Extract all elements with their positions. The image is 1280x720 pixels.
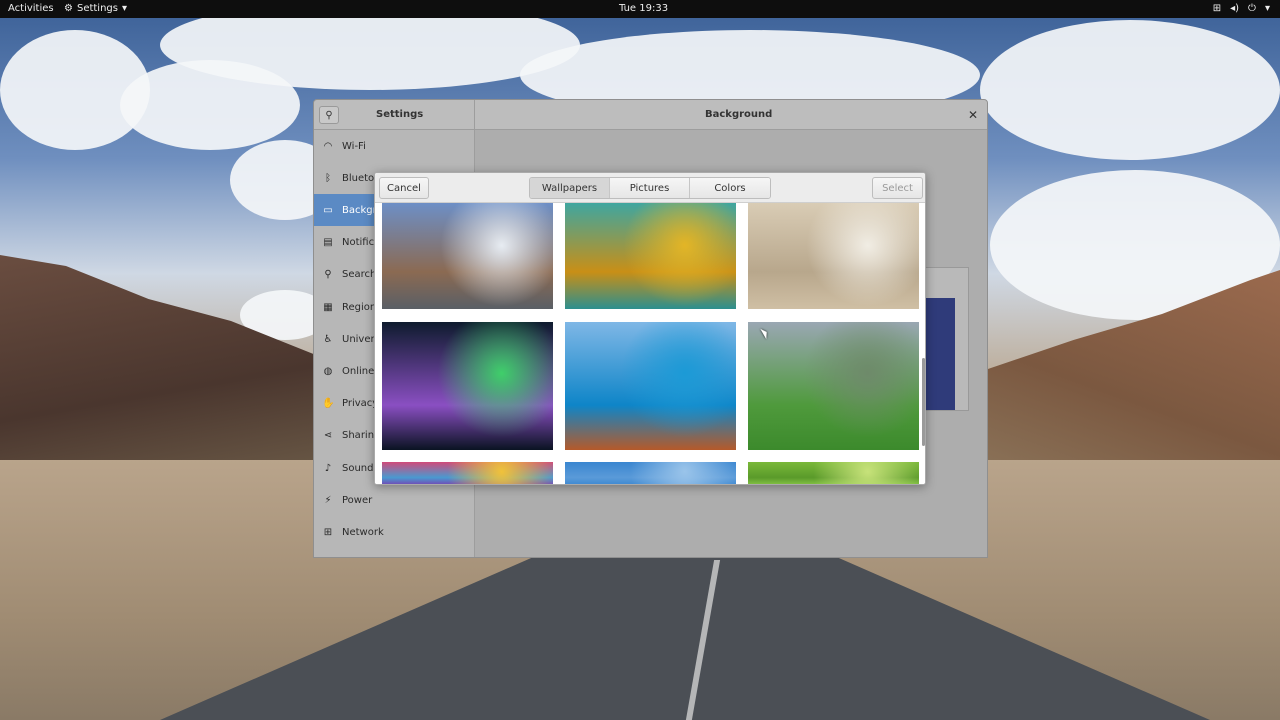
chevron-down-icon: ▾: [121, 3, 128, 14]
sidebar-item-wifi[interactable]: ◠ Wi-Fi: [314, 130, 474, 162]
preview-image: [925, 298, 955, 410]
sidebar-item-label: Network: [342, 526, 384, 538]
window-title-settings: Settings: [376, 109, 424, 120]
page-title: Background: [705, 109, 773, 120]
search-button[interactable]: ⚲: [319, 106, 339, 124]
lock-screen-preview[interactable]: [924, 267, 969, 411]
sidebar-header: ⚲ Settings: [314, 100, 475, 130]
sidebar-item-label: Power: [342, 494, 373, 506]
dialog-header: Cancel Wallpapers Pictures Colors Select: [375, 173, 925, 203]
close-button[interactable]: ✕: [966, 108, 980, 122]
power-icon: ⏻: [1248, 3, 1256, 14]
tab-colors[interactable]: Colors: [690, 178, 770, 198]
source-tabs: Wallpapers Pictures Colors: [529, 177, 771, 199]
app-menu-label: Settings: [76, 3, 118, 14]
network-icon: ⊞: [323, 526, 333, 538]
wallpaper-thumbnail-zen-stones[interactable]: [748, 203, 919, 309]
mountain-left: [0, 255, 330, 475]
top-bar: Activities ⚙ Settings ▾ Tue 19:33 ⊞ ◂) ⏻…: [0, 0, 1280, 18]
wallpaper-thumbnail-road-mountains[interactable]: [382, 203, 553, 309]
wallpaper-thumbnail-ocean-boat[interactable]: [565, 322, 736, 450]
sidebar-item-label: Sound: [342, 462, 374, 474]
wallpaper-thumbnail-colorful-pebbles[interactable]: [382, 462, 553, 484]
sound-icon: ♪: [324, 462, 332, 474]
sharing-icon: ⋖: [323, 430, 333, 442]
wallpaper-thumbnail-green-bokeh[interactable]: [748, 462, 919, 484]
universal-access-icon: ♿: [323, 333, 333, 345]
content-header: Background ✕: [475, 100, 987, 130]
chevron-down-icon: ▾: [1264, 3, 1270, 14]
wallpaper-chooser-dialog: Cancel Wallpapers Pictures Colors Select: [374, 172, 926, 485]
notifications-icon: ▤: [323, 237, 333, 249]
sidebar-item-label: Region: [342, 301, 377, 313]
volume-icon: ◂): [1230, 3, 1240, 14]
region-icon: ▦: [323, 301, 333, 313]
sidebar-item-network[interactable]: ⊞ Network: [314, 516, 474, 548]
wallpaper-thumbnail-alpine-meadow[interactable]: [748, 322, 919, 450]
search-icon: ⚲: [324, 269, 332, 281]
clock[interactable]: Tue 19:33: [619, 3, 668, 14]
sidebar-item-label: Search: [342, 269, 377, 281]
wallpaper-thumbnail-aurora[interactable]: [382, 322, 553, 450]
network-icon: ⊞: [1212, 3, 1222, 14]
online-accounts-icon: ◍: [323, 365, 333, 377]
cancel-button[interactable]: Cancel: [379, 177, 429, 199]
power-icon: ⚡: [324, 494, 332, 506]
select-button[interactable]: Select: [872, 177, 923, 199]
sidebar-item-label: Privacy: [342, 398, 379, 410]
cloud: [980, 20, 1280, 160]
scrollbar[interactable]: [922, 358, 925, 446]
activities-button[interactable]: Activities: [8, 3, 54, 14]
search-icon: ⚲: [325, 109, 333, 121]
tab-wallpapers[interactable]: Wallpapers: [530, 178, 610, 198]
bluetooth-icon: ᛒ: [325, 172, 331, 184]
background-icon: ▭: [323, 204, 333, 216]
close-icon: ✕: [967, 108, 979, 122]
gear-icon: ⚙: [64, 3, 73, 14]
privacy-icon: ✋: [322, 398, 335, 410]
wallpaper-thumbnail-blue-sky[interactable]: [565, 462, 736, 484]
wallpaper-thumbnail-yellow-frog[interactable]: [565, 203, 736, 309]
wallpaper-grid: [375, 203, 925, 484]
system-tray[interactable]: ⊞ ◂) ⏻ ▾: [1213, 3, 1270, 14]
sidebar-item-label: Wi-Fi: [342, 140, 366, 152]
sidebar-item-power[interactable]: ⚡ Power: [314, 484, 474, 516]
tab-pictures[interactable]: Pictures: [610, 178, 690, 198]
wifi-icon: ◠: [323, 140, 333, 152]
app-menu[interactable]: ⚙ Settings ▾: [64, 3, 127, 14]
